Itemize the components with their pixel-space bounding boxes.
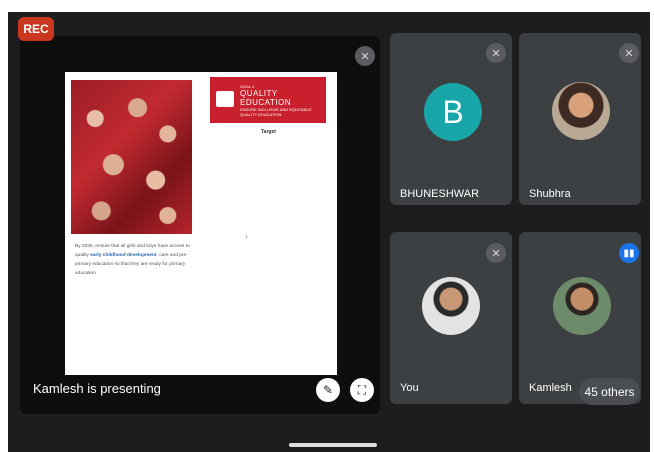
slide-photo — [71, 80, 192, 234]
avatar — [422, 277, 480, 335]
participant-name: BHUNESHWAR — [400, 188, 480, 200]
avatar — [553, 277, 611, 335]
avatar: B — [424, 83, 482, 141]
mic-off-icon: ✕ — [619, 43, 639, 63]
home-indicator[interactable] — [289, 443, 377, 447]
fullscreen-icon[interactable]: ⛶ — [350, 378, 374, 402]
slide-bullet: By 2030, ensure that all girls and boys … — [75, 242, 199, 278]
participant-name: You — [400, 382, 419, 394]
cursor-marker: › — [245, 232, 248, 241]
speaking-indicator-icon: ▮▮ — [619, 243, 639, 263]
participant-name: Kamlesh — [529, 382, 572, 394]
pin-off-icon[interactable]: ✎ — [316, 378, 340, 402]
mic-off-icon: ✕ — [486, 243, 506, 263]
book-icon — [216, 91, 234, 107]
slide-target-label: Target — [261, 129, 276, 135]
avatar — [552, 82, 610, 140]
logo-subtitle: ENSURE INCLUSIVE AND EQUITABLE QUALITY E… — [240, 106, 312, 117]
mic-off-icon: ✕ — [355, 46, 375, 66]
shared-slide: GOAL 4 QUALITY EDUCATION ENSURE INCLUSIV… — [65, 72, 337, 375]
logo-title: QUALITY EDUCATION — [240, 88, 292, 107]
bullet-emphasis: early childhood development — [90, 253, 157, 258]
participant-name: Shubhra — [529, 188, 571, 200]
presenter-label: Kamlesh is presenting — [33, 381, 161, 396]
others-count-chip[interactable]: 45 others — [579, 378, 640, 405]
slide-logo-banner: GOAL 4 QUALITY EDUCATION ENSURE INCLUSIV… — [210, 77, 326, 123]
recording-badge: REC — [18, 17, 54, 41]
mic-off-icon: ✕ — [486, 43, 506, 63]
